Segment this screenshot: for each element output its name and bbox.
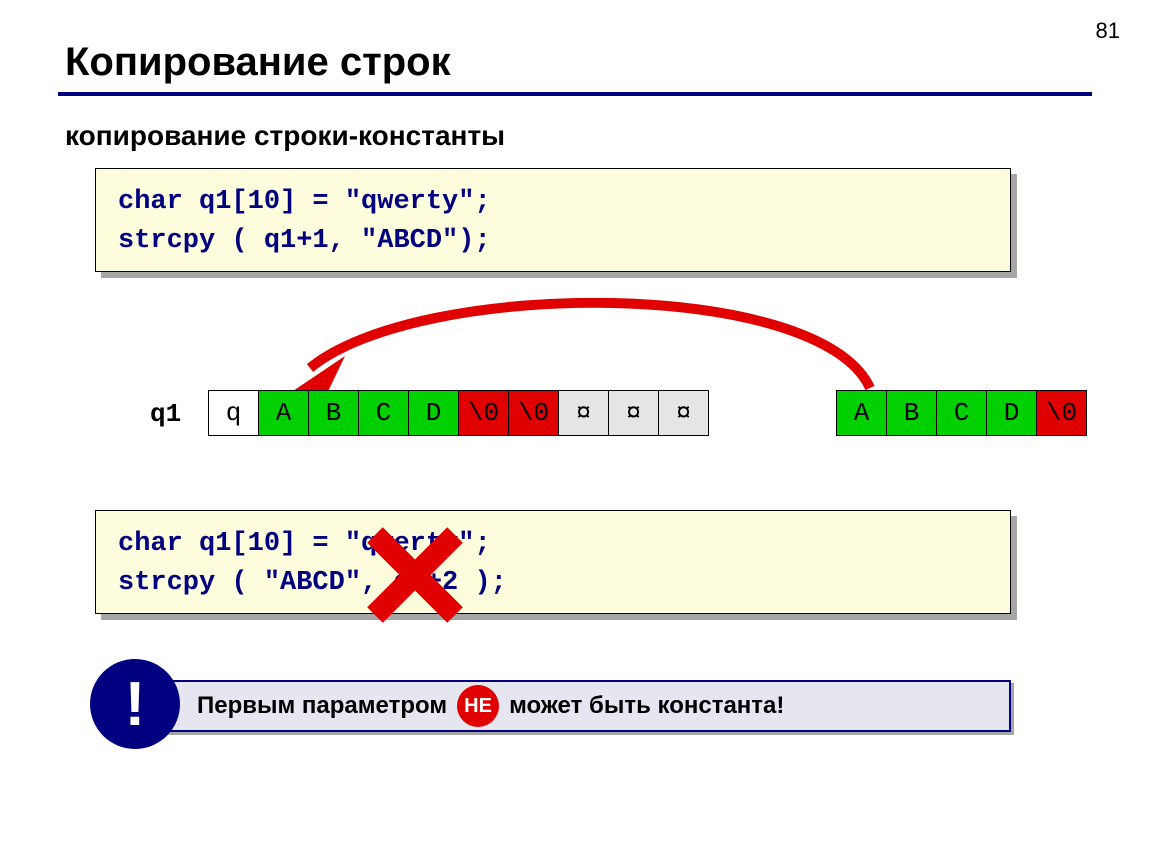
array-cell: C	[936, 390, 987, 436]
slide-title: Копирование строк	[65, 40, 451, 85]
warning-bar: Первым параметром НЕ может быть констант…	[145, 680, 1011, 732]
array-cell: ¤	[658, 390, 709, 436]
array-cell: \0	[458, 390, 509, 436]
warning-text-before: Первым параметром	[197, 692, 447, 720]
slide-subtitle: копирование строки-константы	[65, 120, 505, 152]
array-cell: B	[308, 390, 359, 436]
array-cell: ¤	[608, 390, 659, 436]
array-cell: q	[208, 390, 259, 436]
array-label-q1: q1	[150, 399, 181, 429]
array-cell: A	[258, 390, 309, 436]
array-cell: A	[836, 390, 887, 436]
title-rule	[58, 92, 1092, 96]
warning-badge-ne: НЕ	[457, 685, 499, 727]
warning-bang-icon: !	[90, 659, 180, 749]
array-cell: D	[408, 390, 459, 436]
warning-text: Первым параметром НЕ может быть констант…	[197, 685, 784, 727]
warning-text-after: может быть константа!	[509, 692, 784, 720]
array-main: qABCD\0\0¤¤¤	[208, 390, 709, 436]
page-number: 81	[1096, 18, 1120, 44]
code-line: char q1[10] = "qwerty";	[118, 525, 988, 564]
array-cell: ¤	[558, 390, 609, 436]
array-cell: \0	[508, 390, 559, 436]
code-block-1: char q1[10] = "qwerty"; strcpy ( q1+1, "…	[95, 168, 1011, 272]
array-cell: D	[986, 390, 1037, 436]
code-line: char q1[10] = "qwerty";	[118, 183, 988, 222]
array-cell: C	[358, 390, 409, 436]
code-line: strcpy ( q1+1, "ABCD");	[118, 222, 988, 261]
array-cell: B	[886, 390, 937, 436]
code-line: strcpy ( "ABCD", q1+2 );	[118, 564, 988, 603]
array-source: ABCD\0	[836, 390, 1087, 436]
code-block-2: char q1[10] = "qwerty"; strcpy ( "ABCD",…	[95, 510, 1011, 614]
array-cell: \0	[1036, 390, 1087, 436]
